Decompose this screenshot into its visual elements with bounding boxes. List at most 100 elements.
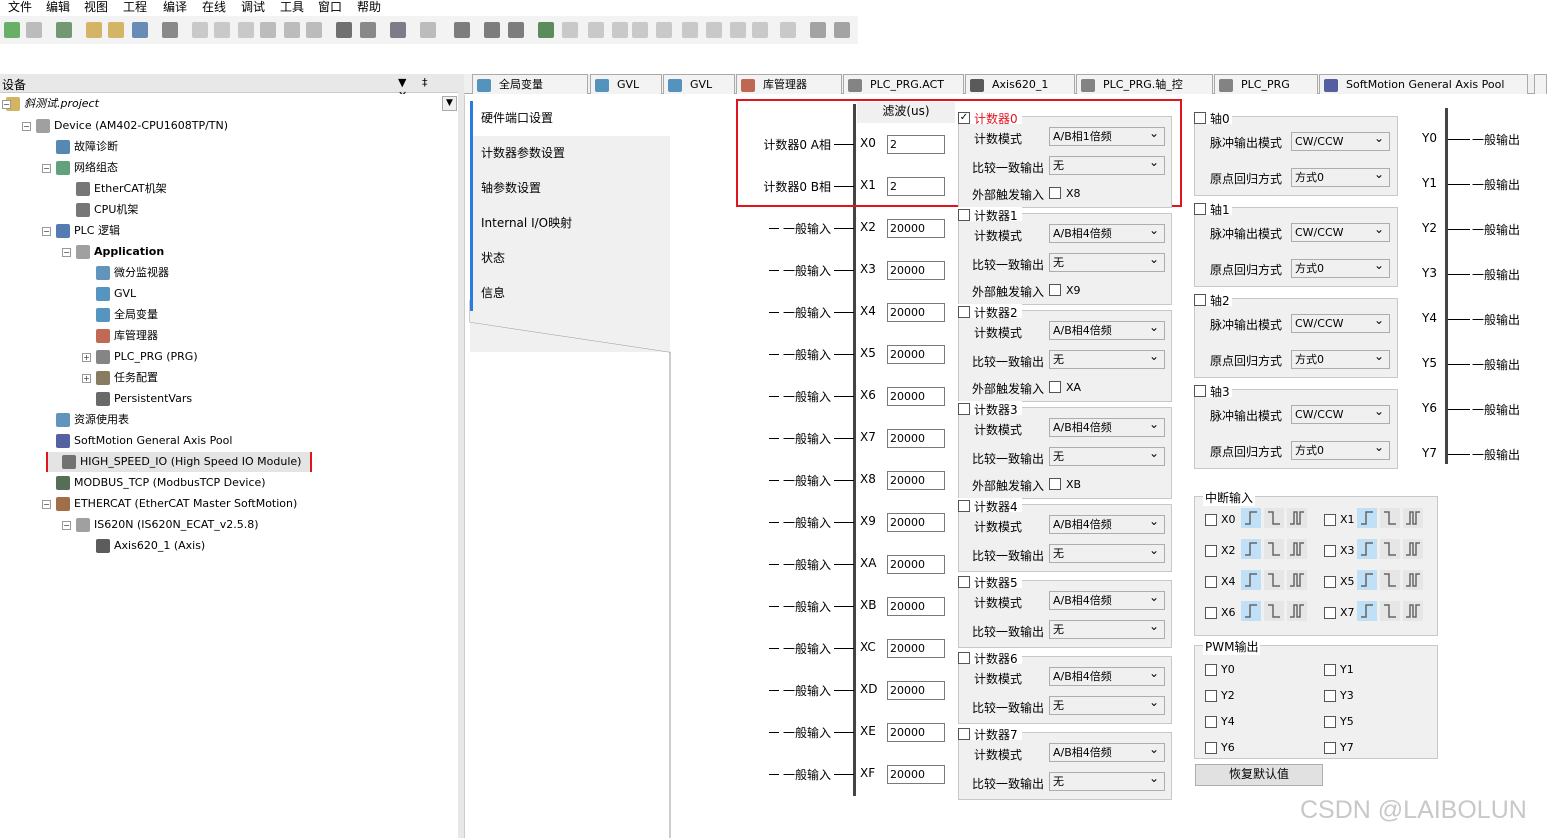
interrupt-checkbox[interactable] [1324, 576, 1336, 588]
toolbar-button-icon[interactable] [336, 22, 352, 38]
tree-node[interactable]: 微分监视器 [96, 263, 169, 283]
tree-node[interactable]: PLC_PRG (PRG) [96, 347, 198, 367]
filter-input[interactable]: 2 [887, 177, 945, 196]
pwm-checkbox[interactable] [1324, 742, 1336, 754]
axis-enable-checkbox[interactable] [1194, 385, 1206, 397]
counter-ext-checkbox[interactable] [1049, 478, 1061, 490]
tree-node[interactable]: CPU机架 [76, 200, 138, 220]
tree-dropdown-icon[interactable]: ▼ [442, 96, 457, 111]
axis-pulse-select[interactable]: CW/CCW [1291, 312, 1390, 333]
counter-mode-select[interactable]: A/B相4倍频 [1049, 222, 1165, 243]
tree-expand-toggle[interactable]: − [62, 521, 71, 530]
tree-node[interactable]: PLC 逻辑 [56, 221, 120, 241]
filter-input[interactable]: 20000 [887, 513, 945, 532]
toolbar-button-icon[interactable] [730, 22, 746, 38]
filter-input[interactable]: 20000 [887, 345, 945, 364]
tree-node[interactable]: 斜测试.project [6, 94, 99, 114]
toolbar-button-icon[interactable] [752, 22, 768, 38]
both-edge-icon[interactable] [1403, 539, 1423, 559]
filter-input[interactable]: 20000 [887, 681, 945, 700]
toolbar-button-icon[interactable] [108, 22, 124, 38]
editor-tab[interactable]: 库管理器 [736, 74, 842, 94]
toolbar-button-icon[interactable] [588, 22, 604, 38]
counter-enable-checkbox[interactable] [958, 209, 970, 221]
tree-node[interactable]: MODBUS_TCP (ModbusTCP Device) [56, 473, 266, 493]
pwm-checkbox[interactable] [1205, 690, 1217, 702]
interrupt-checkbox[interactable] [1324, 607, 1336, 619]
toolbar-button-icon[interactable] [162, 22, 178, 38]
menu-view[interactable]: 视图 [84, 0, 108, 15]
counter-mode-select[interactable]: A/B相4倍频 [1049, 665, 1165, 686]
pwm-checkbox[interactable] [1205, 664, 1217, 676]
both-edge-icon[interactable] [1403, 508, 1423, 528]
interrupt-checkbox[interactable] [1205, 545, 1217, 557]
menu-window[interactable]: 窗口 [318, 0, 342, 15]
both-edge-icon[interactable] [1403, 601, 1423, 621]
counter-mode-select[interactable]: A/B相4倍频 [1049, 319, 1165, 340]
tree-node[interactable]: Application [76, 242, 164, 262]
tree-node[interactable]: ETHERCAT (EtherCAT Master SoftMotion) [56, 494, 297, 514]
filter-input[interactable]: 20000 [887, 219, 945, 238]
toolbar-button-icon[interactable] [810, 22, 826, 38]
filter-input[interactable]: 20000 [887, 387, 945, 406]
menu-help[interactable]: 帮助 [357, 0, 381, 15]
tree-node[interactable]: 库管理器 [96, 326, 158, 346]
toolbar-button-icon[interactable] [632, 22, 648, 38]
both-edge-icon[interactable] [1287, 539, 1307, 559]
toolbar-button-icon[interactable] [214, 22, 230, 38]
editor-tab[interactable]: SoftMotion General Axis Pool [1319, 74, 1528, 94]
toolbar-button-icon[interactable] [260, 22, 276, 38]
tree-expand-toggle[interactable]: − [42, 227, 51, 236]
menu-build[interactable]: 编译 [163, 0, 187, 15]
falling-edge-icon[interactable] [1264, 539, 1284, 559]
tree-expand-toggle[interactable]: − [42, 500, 51, 509]
editor-tab[interactable]: PLC_PRG.轴_控 [1076, 74, 1213, 94]
rising-edge-icon[interactable] [1241, 508, 1261, 528]
axis-pulse-select[interactable]: CW/CCW [1291, 221, 1390, 242]
rising-edge-icon[interactable] [1357, 539, 1377, 559]
falling-edge-icon[interactable] [1380, 601, 1400, 621]
toolbar-button-icon[interactable] [706, 22, 722, 38]
toolbar-button-icon[interactable] [238, 22, 254, 38]
menu-debug[interactable]: 调试 [241, 0, 265, 15]
interrupt-checkbox[interactable] [1324, 514, 1336, 526]
axis-pulse-select[interactable]: CW/CCW [1291, 130, 1390, 151]
toolbar-button-icon[interactable] [4, 22, 20, 38]
toolbar-button-icon[interactable] [834, 22, 850, 38]
pwm-checkbox[interactable] [1324, 690, 1336, 702]
falling-edge-icon[interactable] [1380, 570, 1400, 590]
interrupt-checkbox[interactable] [1205, 576, 1217, 588]
filter-input[interactable]: 20000 [887, 765, 945, 784]
tree-node[interactable]: SoftMotion General Axis Pool [56, 431, 232, 451]
editor-tab[interactable]: GVL [590, 74, 662, 94]
pwm-checkbox[interactable] [1324, 716, 1336, 728]
menu-tools[interactable]: 工具 [280, 0, 304, 15]
interrupt-checkbox[interactable] [1205, 514, 1217, 526]
axis-home-select[interactable]: 方式0 [1291, 439, 1390, 460]
tree-expand-toggle[interactable]: − [2, 100, 11, 109]
pwm-checkbox[interactable] [1205, 742, 1217, 754]
tree-node[interactable]: 任务配置 [96, 368, 158, 388]
filter-input[interactable]: 2 [887, 135, 945, 154]
tree-node[interactable]: EtherCAT机架 [76, 179, 167, 199]
rising-edge-icon[interactable] [1357, 570, 1377, 590]
tree-node[interactable]: 网络组态 [56, 158, 118, 178]
tree-node[interactable]: PersistentVars [96, 389, 192, 409]
toolbar-button-icon[interactable] [86, 22, 102, 38]
both-edge-icon[interactable] [1403, 570, 1423, 590]
toolbar-button-icon[interactable] [192, 22, 208, 38]
counter-enable-checkbox[interactable] [958, 652, 970, 664]
filter-input[interactable]: 20000 [887, 555, 945, 574]
tree-expand-toggle[interactable]: + [82, 374, 91, 383]
nav-io-mapping[interactable]: Internal I/O映射 [470, 206, 670, 241]
axis-enable-checkbox[interactable] [1194, 112, 1206, 124]
tree-node[interactable]: 全局变量 [96, 305, 158, 325]
both-edge-icon[interactable] [1287, 601, 1307, 621]
tree-node[interactable]: HIGH_SPEED_IO (High Speed IO Module) [48, 452, 310, 472]
counter-mode-select[interactable]: A/B相4倍频 [1049, 416, 1165, 437]
toolbar-button-icon[interactable] [390, 22, 406, 38]
menu-project[interactable]: 工程 [123, 0, 147, 15]
toolbar-button-icon[interactable] [360, 22, 376, 38]
counter-mode-select[interactable]: A/B相4倍频 [1049, 741, 1165, 762]
tree-node[interactable]: Axis620_1 (Axis) [96, 536, 205, 556]
